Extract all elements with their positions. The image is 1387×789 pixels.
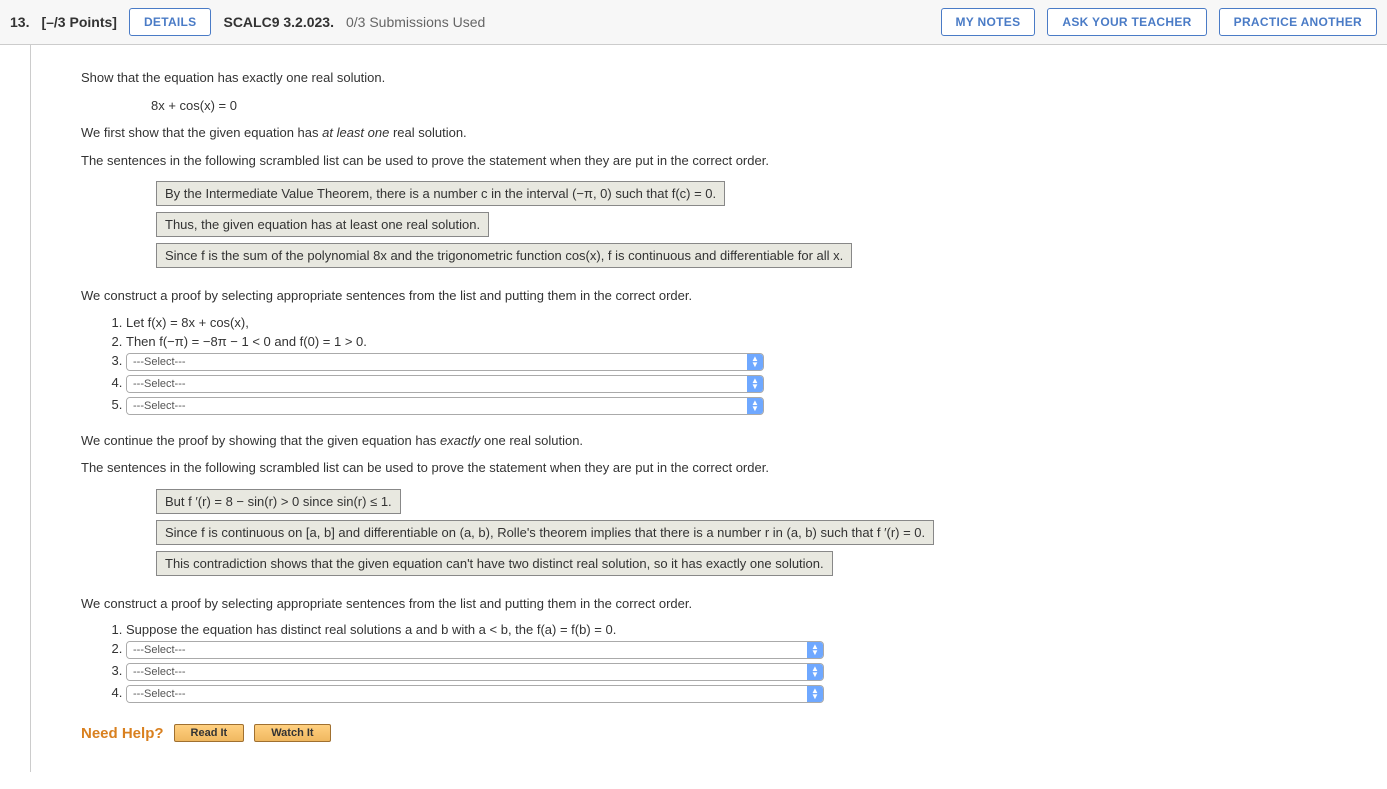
- select-dropdown-b3[interactable]: ▲▼: [126, 663, 824, 681]
- reference-code: SCALC9 3.2.023.: [223, 14, 334, 30]
- select-input[interactable]: [127, 376, 747, 392]
- ask-teacher-button[interactable]: ASK YOUR TEACHER: [1047, 8, 1206, 36]
- scramble-intro-1: The sentences in the following scrambled…: [81, 151, 1337, 171]
- need-help-bar: Need Help? Read It Watch It: [81, 724, 1337, 742]
- chevron-updown-icon[interactable]: ▲▼: [747, 376, 763, 392]
- proof-step: Then f(−π) = −8π − 1 < 0 and f(0) = 1 > …: [126, 333, 1337, 350]
- scrambled-item: By the Intermediate Value Theorem, there…: [156, 181, 725, 206]
- scrambled-item: Thus, the given equation has at least on…: [156, 212, 489, 237]
- chevron-updown-icon[interactable]: ▲▼: [807, 686, 823, 702]
- select-input[interactable]: [127, 642, 807, 658]
- prompt-text: Show that the equation has exactly one r…: [81, 68, 1337, 88]
- equation-text: 8x + cos(x) = 0: [151, 96, 1337, 116]
- proof-step-select: ▲▼: [126, 396, 1337, 416]
- continue-intro: We continue the proof by showing that th…: [81, 431, 1337, 451]
- select-dropdown-b2[interactable]: ▲▼: [126, 641, 824, 659]
- scrambled-item: But f ′(r) = 8 − sin(r) > 0 since sin(r)…: [156, 489, 401, 514]
- scramble-intro-2: The sentences in the following scrambled…: [81, 458, 1337, 478]
- question-points: [–/3 Points]: [41, 14, 116, 30]
- scrambled-item: Since f is continuous on [a, b] and diff…: [156, 520, 934, 545]
- select-input[interactable]: [127, 398, 747, 414]
- chevron-updown-icon[interactable]: ▲▼: [807, 664, 823, 680]
- my-notes-button[interactable]: MY NOTES: [941, 8, 1036, 36]
- scrambled-list-2: But f ′(r) = 8 − sin(r) > 0 since sin(r)…: [156, 486, 1337, 579]
- question-content: Show that the equation has exactly one r…: [30, 45, 1387, 772]
- proof-step: Suppose the equation has distinct real s…: [126, 621, 1337, 638]
- proof-step-select: ▲▼: [126, 374, 1337, 394]
- select-dropdown-b4[interactable]: ▲▼: [126, 685, 824, 703]
- select-input[interactable]: [127, 664, 807, 680]
- intro-atleast: We first show that the given equation ha…: [81, 123, 1337, 143]
- submissions-used: 0/3 Submissions Used: [346, 14, 485, 30]
- need-help-label: Need Help?: [81, 725, 164, 742]
- proof-step: Let f(x) = 8x + cos(x),: [126, 314, 1337, 331]
- read-it-button[interactable]: Read It: [174, 724, 245, 742]
- scrambled-item: This contradiction shows that the given …: [156, 551, 833, 576]
- select-dropdown-5[interactable]: ▲▼: [126, 397, 764, 415]
- select-dropdown-3[interactable]: ▲▼: [126, 353, 764, 371]
- watch-it-button[interactable]: Watch It: [254, 724, 330, 742]
- question-header: 13. [–/3 Points] DETAILS SCALC9 3.2.023.…: [0, 0, 1387, 45]
- proof-list-2: Suppose the equation has distinct real s…: [101, 621, 1337, 704]
- select-input[interactable]: [127, 354, 747, 370]
- construct-intro-1: We construct a proof by selecting approp…: [81, 286, 1337, 306]
- select-dropdown-4[interactable]: ▲▼: [126, 375, 764, 393]
- proof-step-select: ▲▼: [126, 640, 1337, 660]
- scrambled-item: Since f is the sum of the polynomial 8x …: [156, 243, 852, 268]
- chevron-updown-icon[interactable]: ▲▼: [807, 642, 823, 658]
- question-number: 13.: [10, 14, 29, 30]
- chevron-updown-icon[interactable]: ▲▼: [747, 354, 763, 370]
- select-input[interactable]: [127, 686, 807, 702]
- chevron-updown-icon[interactable]: ▲▼: [747, 398, 763, 414]
- construct-intro-2: We construct a proof by selecting approp…: [81, 594, 1337, 614]
- scrambled-list-1: By the Intermediate Value Theorem, there…: [156, 178, 1337, 271]
- details-button[interactable]: DETAILS: [129, 8, 212, 36]
- proof-step-select: ▲▼: [126, 684, 1337, 704]
- proof-step-select: ▲▼: [126, 352, 1337, 372]
- proof-list-1: Let f(x) = 8x + cos(x), Then f(−π) = −8π…: [101, 314, 1337, 416]
- proof-step-select: ▲▼: [126, 662, 1337, 682]
- practice-another-button[interactable]: PRACTICE ANOTHER: [1219, 8, 1377, 36]
